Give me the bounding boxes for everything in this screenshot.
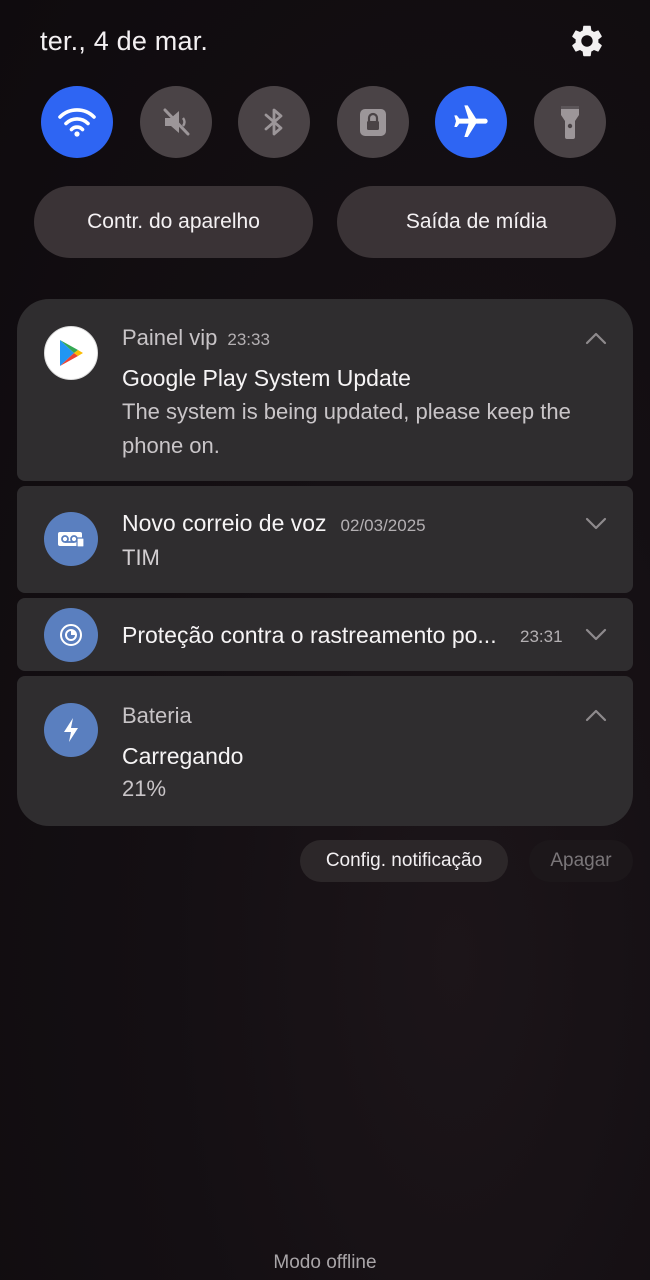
- rotation-lock-toggle[interactable]: [336, 86, 409, 158]
- lock-rotation-icon: [359, 109, 386, 136]
- battery-charging-icon: [44, 703, 98, 757]
- expand-chevron-icon[interactable]: [585, 628, 607, 642]
- notification-voicemail[interactable]: Novo correio de voz 02/03/2025 TIM: [17, 486, 633, 593]
- bluetooth-icon: [264, 108, 283, 136]
- app-name: Painel vip: [122, 325, 218, 350]
- flashlight-toggle[interactable]: [533, 86, 606, 158]
- notification-painel-vip[interactable]: Painel vip 23:33 Google Play System Updat…: [17, 299, 633, 481]
- quick-toggles-row: [41, 86, 606, 158]
- bluetooth-toggle[interactable]: [238, 86, 310, 158]
- offline-mode-label: Modo offline: [273, 1252, 377, 1273]
- voicemail-icon: [44, 512, 98, 566]
- collapse-chevron-icon[interactable]: [585, 708, 607, 722]
- expand-chevron-icon[interactable]: [585, 517, 607, 531]
- notification-time: 02/03/2025: [340, 516, 426, 535]
- notification-body: The system is being updated, please keep…: [122, 399, 571, 458]
- notification-header: Painel vip 23:33: [122, 325, 270, 351]
- notification-time: 23:31: [520, 627, 563, 646]
- notification-battery[interactable]: Bateria Carregando 21%: [17, 676, 633, 826]
- google-play-icon: [44, 326, 98, 380]
- notification-body: TIM: [122, 545, 160, 570]
- collapse-chevron-icon[interactable]: [585, 331, 607, 345]
- wifi-toggle[interactable]: [41, 86, 113, 158]
- airplane-icon: [454, 105, 488, 137]
- settings-gear-icon[interactable]: [568, 22, 606, 60]
- tracking-protection-icon: [44, 608, 98, 662]
- sound-off-icon: [163, 108, 189, 136]
- device-control-button[interactable]: Contr. do aparelho: [34, 186, 313, 258]
- app-name: Bateria: [122, 703, 192, 728]
- notification-time: 23:33: [227, 330, 270, 349]
- clear-all-button[interactable]: Apagar: [529, 840, 633, 882]
- media-output-button[interactable]: Saída de mídia: [337, 186, 616, 258]
- airplane-mode-toggle[interactable]: [435, 86, 507, 158]
- notification-settings-button[interactable]: Config. notificação: [300, 840, 508, 882]
- notification-tracking-protection[interactable]: Proteção contra o rastreamento po... 23:…: [17, 598, 633, 671]
- flashlight-icon: [560, 106, 579, 139]
- notification-title: Google Play System Update: [122, 365, 411, 391]
- notification-title: Carregando: [122, 743, 244, 769]
- date-label: ter., 4 de mar.: [40, 26, 209, 56]
- notification-body: 21%: [122, 776, 167, 801]
- notification-header: Novo correio de voz 02/03/2025: [122, 510, 426, 537]
- sound-toggle[interactable]: [139, 86, 212, 158]
- app-name: Proteção contra o rastreamento po...: [122, 622, 497, 648]
- app-name: Novo correio de voz: [122, 510, 327, 536]
- wifi-icon: [58, 108, 96, 137]
